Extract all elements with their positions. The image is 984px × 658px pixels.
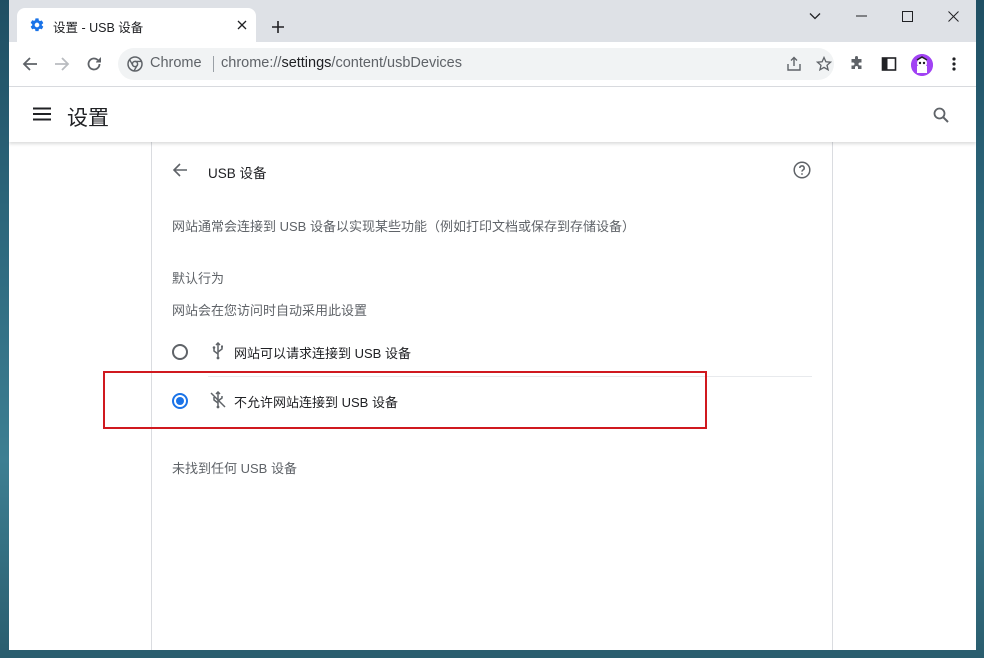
page-description: 网站通常会连接到 USB 设备以实现某些功能（例如打印文档或保存到存储设备） (172, 219, 635, 234)
forward-button[interactable] (48, 50, 76, 78)
minimize-icon (855, 15, 867, 17)
arrow-left-icon (22, 57, 37, 71)
help-button[interactable] (790, 158, 814, 182)
menu-button[interactable] (940, 50, 968, 78)
settings-header: 设置 (9, 87, 976, 142)
chevron-down-icon (809, 13, 821, 20)
option-label: 网站可以请求连接到 USB 设备 (234, 346, 411, 361)
default-behavior-heading: 默认行为 (172, 271, 225, 286)
plus-icon (272, 21, 284, 33)
puzzle-icon (851, 56, 862, 69)
radio-allow-usb[interactable] (172, 344, 188, 360)
help-icon (793, 161, 811, 179)
share-icon (787, 56, 801, 71)
browser-toolbar: Chrome chrome://settings/content/usbDevi… (9, 42, 976, 87)
back-button[interactable] (16, 50, 44, 78)
search-icon (933, 107, 949, 123)
maximize-button[interactable] (884, 0, 930, 32)
chrome-icon (127, 56, 143, 72)
omnibox-separator (213, 56, 214, 72)
url-path: /content/usbDevices (331, 55, 462, 71)
url-scheme: chrome:// (221, 55, 282, 71)
url-host: settings (281, 55, 332, 71)
tab-title: 设置 - USB 设备 (53, 21, 144, 35)
profile-icon (911, 54, 933, 76)
more-vert-icon (952, 57, 956, 71)
minimize-button[interactable] (838, 0, 884, 32)
omnibox-chip-label: Chrome (150, 55, 202, 71)
tab-search-button[interactable] (792, 0, 838, 32)
tab-strip: 设置 - USB 设备 (9, 0, 976, 42)
reload-icon (87, 57, 101, 71)
no-devices-message: 未找到任何 USB 设备 (172, 461, 297, 476)
arrow-right-icon (55, 57, 70, 71)
highlight-box (103, 371, 707, 429)
option-allow-usb[interactable]: 网站可以请求连接到 USB 设备 (162, 328, 812, 376)
browser-window: 设置 - USB 设备 Chrome chrome://settings/con… (9, 0, 976, 650)
star-icon (816, 56, 832, 72)
tab-settings-usb[interactable]: 设置 - USB 设备 (17, 8, 256, 42)
arrow-left-icon (172, 163, 187, 177)
tab-close-button[interactable] (233, 16, 251, 34)
menu-toggle-button[interactable] (29, 101, 55, 127)
side-panel-icon (881, 57, 897, 71)
address-bar[interactable]: Chrome chrome://settings/content/usbDevi… (118, 48, 834, 80)
bookmark-button[interactable] (812, 52, 836, 76)
extensions-button[interactable] (843, 50, 871, 78)
profile-avatar[interactable] (911, 54, 933, 76)
hamburger-icon (33, 107, 51, 121)
close-window-button[interactable] (930, 0, 976, 32)
close-icon (947, 10, 959, 22)
page-title: 设置 (67, 107, 109, 130)
maximize-icon (901, 10, 913, 22)
usb-icon (208, 341, 228, 361)
new-tab-button[interactable] (264, 13, 292, 41)
subpage-title: USB 设备 (208, 166, 267, 181)
share-button[interactable] (782, 52, 806, 76)
side-panel-button[interactable] (875, 50, 903, 78)
back-arrow-button[interactable] (168, 158, 192, 182)
search-button[interactable] (927, 101, 955, 129)
settings-gear-icon (30, 18, 44, 32)
default-behavior-subheading: 网站会在您访问时自动采用此设置 (172, 303, 368, 318)
url-text: chrome://settings/content/usbDevices (221, 55, 462, 71)
reload-button[interactable] (80, 50, 108, 78)
close-icon (237, 20, 247, 30)
